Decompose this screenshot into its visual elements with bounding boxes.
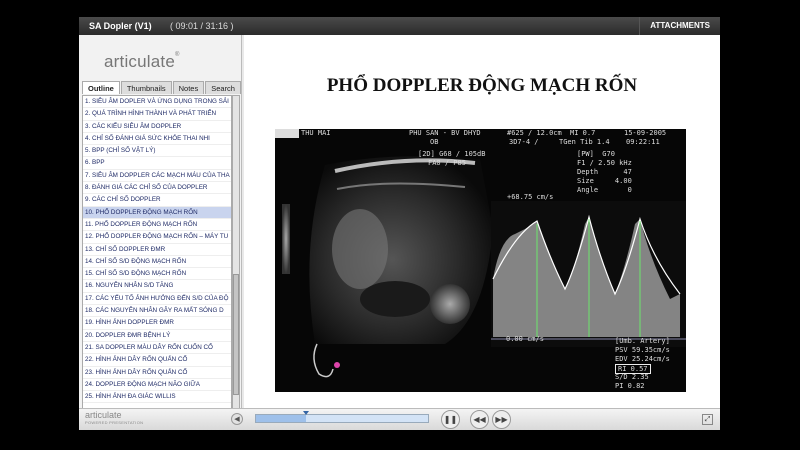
scrollbar-thumb[interactable] <box>233 274 239 395</box>
slide-area: PHỔ DOPPLER ĐỘNG MẠCH RỐN THU MAI PHU SA… <box>244 35 720 415</box>
tab-search[interactable]: Search <box>205 81 241 94</box>
outline-item[interactable]: 10. PHỔ DOPPLER ĐỘNG MẠCH RỐN <box>83 206 231 219</box>
outline-item[interactable]: 8. ĐÁNH GIÁ CÁC CHỈ SỐ CỦA DOPPLER <box>83 182 231 195</box>
seek-handle[interactable] <box>302 411 309 415</box>
presentation-title: SA Dopler (V1) <box>89 21 152 31</box>
us-zero-line: 0.00 cm/s <box>506 335 544 343</box>
outline-item[interactable]: 6. BPP <box>83 157 231 170</box>
outline-item[interactable]: 17. CÁC YẾU TỐ ẢNH HƯỞNG ĐẾN S/D CỦA ĐỘ <box>83 293 231 306</box>
us-clock: 09:22:11 <box>626 138 660 146</box>
outline-item[interactable]: 23. HÌNH ẢNH DÂY RỐN QUẤN CỔ <box>83 367 231 379</box>
us-dept: OB <box>430 138 439 146</box>
outline-item[interactable]: 18. CÁC NGUYÊN NHÂN GÂY RA MẤT SÓNG D <box>83 305 231 318</box>
us-probe: #625 <box>507 129 524 137</box>
time-readout: ( 09:01 / 31:16 ) <box>170 21 234 31</box>
sidebar: articulate® Outline Thumbnails Notes Sea… <box>79 35 242 415</box>
us-velocity-scale: +68.75 cm/s <box>507 193 554 201</box>
us-size: Size 4.00 <box>577 177 632 185</box>
next-icon[interactable]: ▶▶ <box>492 410 511 429</box>
articulate-footer-logo: articulate POWERED PRESENTATION <box>85 410 144 425</box>
outline-list: 1. SIÊU ÂM DOPLER VÀ ỨNG DỤNG TRONG SẢI 2… <box>82 95 232 412</box>
us-angle: Angle 0 <box>577 186 632 194</box>
us-edv: EDV 25.24cm/s <box>615 355 670 363</box>
outline-item[interactable]: 7. SIÊU ÂM DOPPLER CÁC MẠCH MÁU CỦA THA <box>83 170 231 183</box>
outline-item[interactable]: 14. CHỈ SỐ S/D ĐỘNG MẠCH RỐN <box>83 256 231 269</box>
us-gain-2d: [2D] G68 / 105dB <box>418 150 486 158</box>
outline-scrollbar[interactable] <box>232 95 240 412</box>
tab-outline[interactable]: Outline <box>82 81 120 94</box>
us-gain-fa: FA0 / P85 <box>428 159 466 167</box>
seek-bar[interactable] <box>255 411 429 423</box>
us-patient-name: THU MAI <box>301 129 331 137</box>
volume-icon[interactable]: ◀ <box>231 413 243 425</box>
us-mode: 3D7-4 / <box>509 138 539 146</box>
outline-item[interactable]: 11. PHỔ DOPPLER ĐỘNG MẠCH RỐN <box>83 219 231 232</box>
articulate-logo: articulate® <box>104 52 180 71</box>
prev-icon[interactable]: ◀◀ <box>470 410 489 429</box>
outline-item[interactable]: 20. DOPPLER ĐMR BỆNH LÝ <box>83 330 231 342</box>
outline-item[interactable]: 2. QUÁ TRÌNH HÌNH THÀNH VÀ PHÁT TRIỂN <box>83 108 231 121</box>
us-measure-title: [Umb. Artery] <box>615 337 670 345</box>
attachments-button[interactable]: ATTACHMENTS <box>639 17 720 35</box>
playback-bar: articulate POWERED PRESENTATION ◀ ❚❚ ◀◀ ▶… <box>79 408 720 430</box>
us-mi: MI 0.7 <box>570 129 596 137</box>
title-bar: SA Dopler (V1) ( 09:01 / 31:16 ) ATTACHM… <box>79 17 720 35</box>
outline-item[interactable]: 19. HÌNH ẢNH DOPPLER ĐMR <box>83 317 231 330</box>
pause-icon[interactable]: ❚❚ <box>441 410 460 429</box>
us-sd: S/D 2.35 <box>615 373 649 381</box>
outline-item[interactable]: 22. HÌNH ẢNH DÂY RỐN QUẤN CỔ <box>83 354 231 367</box>
outline-item[interactable]: 13. CHỈ SỐ DOPPLER ĐMR <box>83 244 231 256</box>
outline-item[interactable]: 12. PHỔ DOPPLER ĐỘNG MẠCH RỐN – MÁY TU <box>83 231 231 244</box>
seek-progress <box>256 415 306 422</box>
outline-item[interactable]: 15. CHỈ SỐ S/D ĐỘNG MẠCH RỐN <box>83 268 231 281</box>
tab-notes[interactable]: Notes <box>172 81 205 94</box>
us-depth: Depth 47 <box>577 168 632 176</box>
outline-item[interactable]: 3. CÁC KIỂU SIÊU ÂM DOPPLER <box>83 121 231 133</box>
us-hospital: PHU SAN - BV DHYD <box>409 129 481 137</box>
outline-item[interactable]: 1. SIÊU ÂM DOPLER VÀ ỨNG DỤNG TRONG SẢI <box>83 96 231 109</box>
us-depth-top: / 12.0cm <box>528 129 562 137</box>
outline-item[interactable]: 4. CHỈ SỐ ĐÁNH GIÁ SỨC KHỎE THAI NHI <box>83 133 231 146</box>
outline-item[interactable]: 9. CÁC CHỈ SỐ DOPPLER <box>83 194 231 207</box>
us-freq: F1 / 2.50 kHz <box>577 159 632 167</box>
player-window: SA Dopler (V1) ( 09:01 / 31:16 ) ATTACHM… <box>79 17 720 430</box>
slide-title: PHỔ DOPPLER ĐỘNG MẠCH RỐN <box>326 75 638 96</box>
fullscreen-icon[interactable]: ⤢ <box>702 414 713 425</box>
outline-item[interactable]: 25. HÌNH ẢNH ĐA GIÁC WILLIS <box>83 391 231 404</box>
us-date: 15-09-2005 <box>624 129 667 137</box>
us-psv: PSV 59.35cm/s <box>615 346 670 354</box>
us-tgen: TGen Tib 1.4 <box>559 138 610 146</box>
outline-item[interactable]: 24. DOPPLER ĐỘNG MẠCH NÃO GIỮA <box>83 379 231 392</box>
sidebar-tabs: Outline Thumbnails Notes Search <box>82 81 242 95</box>
outline-item[interactable]: 16. NGUYÊN NHÂN S/D TĂNG <box>83 280 231 293</box>
us-pw: [PW] G70 <box>577 150 615 158</box>
outline-item[interactable]: 21. SA DOPPLER MÀU DÂY RỐN CUỐN CỔ <box>83 342 231 355</box>
us-pi: PI 0.82 <box>615 382 645 390</box>
tab-thumbnails[interactable]: Thumbnails <box>120 81 172 94</box>
ultrasound-image: THU MAI PHU SAN - BV DHYD OB #625 / 12.0… <box>275 129 686 392</box>
outline-item[interactable]: 5. BPP (CHỈ SỐ VẬT LÝ) <box>83 145 231 158</box>
